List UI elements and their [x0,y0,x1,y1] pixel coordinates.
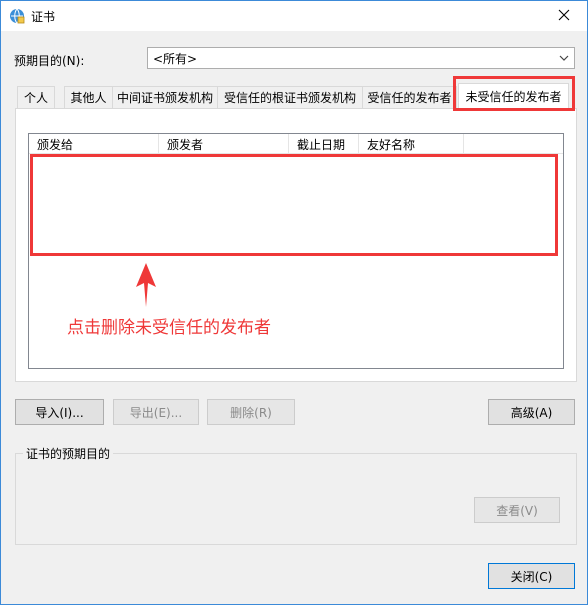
remove-button[interactable]: 删除(R) [207,399,295,425]
button-label: 导出(E)... [129,405,183,420]
button-label: 导入(I)... [35,405,84,420]
tab-label: 受信任的根证书颁发机构 [223,91,356,105]
tab-untrusted-publishers[interactable]: 未受信任的发布者 [458,83,569,109]
column-header-expiration-date[interactable]: 截止日期 [289,134,359,154]
tab-panel: 颁发给 颁发者 截止日期 友好名称 [15,108,577,382]
certificates-dialog: 证书 预期目的(N): <所有> 个人 其他人 中间证书颁发机构 受信任的根证书… [0,0,588,605]
intended-purposes-label: 证书的预期目的 [23,445,114,462]
tab-intermediate-ca[interactable]: 中间证书颁发机构 [112,86,218,108]
column-label: 截止日期 [297,137,346,152]
button-label: 删除(R) [230,405,272,420]
column-header-issued-to[interactable]: 颁发给 [29,134,159,154]
purpose-label: 预期目的(N): [14,54,85,68]
column-label: 颁发者 [167,137,204,152]
tab-trusted-root-ca[interactable]: 受信任的根证书颁发机构 [217,86,363,108]
close-button[interactable]: 关闭(C) [488,563,575,589]
tab-label: 其他人 [70,91,107,105]
tab-other-people[interactable]: 其他人 [64,86,113,108]
column-label: 友好名称 [367,137,416,152]
store-tabs: 个人 其他人 中间证书颁发机构 受信任的根证书颁发机构 受信任的发布者 未受信任… [15,81,577,109]
tab-label: 受信任的发布者 [367,91,452,105]
annotation-text: 点击删除未受信任的发布者 [67,318,271,338]
tab-personal[interactable]: 个人 [17,86,55,108]
tab-label: 个人 [23,91,48,105]
import-button[interactable]: 导入(I)... [15,399,104,425]
certificate-globe-icon [9,8,25,24]
button-label: 高级(A) [510,405,553,420]
window-title: 证书 [31,10,56,24]
column-header-issued-by[interactable]: 颁发者 [159,134,289,154]
tab-label: 中间证书颁发机构 [116,91,213,105]
button-label: 关闭(C) [510,569,553,584]
column-label: 颁发给 [37,137,74,152]
view-button[interactable]: 查看(V) [474,497,560,523]
list-header: 颁发给 颁发者 截止日期 友好名称 [29,134,563,154]
advanced-button[interactable]: 高级(A) [488,399,575,425]
purpose-selected-value: <所有> [153,51,198,66]
tab-trusted-publishers[interactable]: 受信任的发布者 [362,86,457,108]
export-button[interactable]: 导出(E)... [113,399,199,425]
column-header-friendly-name[interactable]: 友好名称 [359,134,464,154]
purpose-dropdown[interactable]: <所有> [147,47,575,69]
close-icon [558,9,570,24]
title-bar: 证书 [1,1,587,31]
tab-label: 未受信任的发布者 [465,90,562,104]
chevron-down-icon [558,52,570,64]
up-arrow-icon [135,263,157,307]
button-label: 查看(V) [496,503,538,518]
close-window-button[interactable] [541,1,587,31]
